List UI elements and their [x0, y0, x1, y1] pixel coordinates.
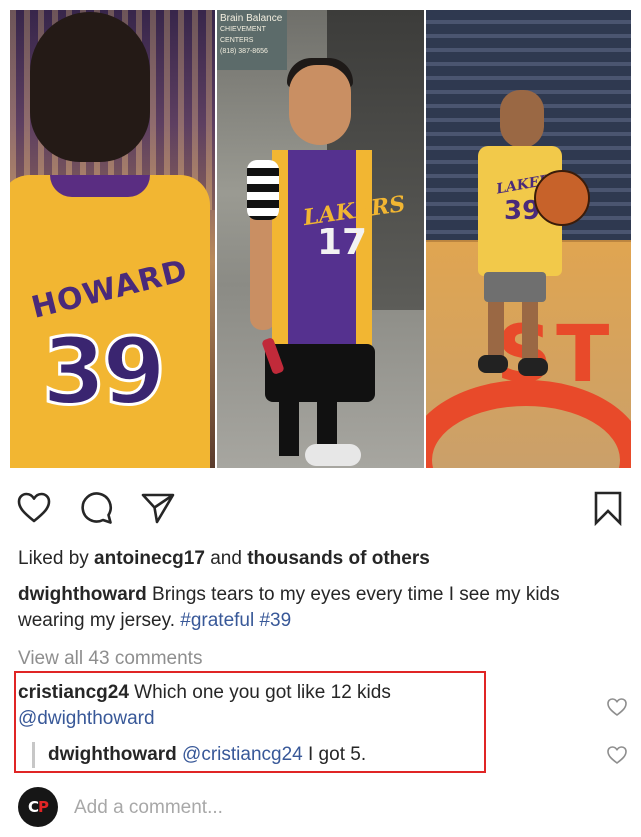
basketball: [534, 170, 590, 226]
photo-panel-middle: Brain Balance CHIEVEMENT CENTERS (818) 3…: [217, 10, 424, 468]
background-sign: Brain Balance CHIEVEMENT CENTERS (818) 3…: [217, 10, 287, 70]
photo-panel-right: ST LAKERS 39: [426, 10, 631, 468]
heart-outline-icon[interactable]: [14, 488, 54, 528]
caption-username-link[interactable]: dwighthoward: [18, 584, 147, 605]
bookmark-icon[interactable]: [588, 488, 628, 528]
speech-bubble-icon[interactable]: [76, 488, 116, 528]
caption-hashtags[interactable]: #grateful #39: [180, 610, 291, 631]
comment-like-heart-icon[interactable]: [606, 696, 628, 718]
paper-plane-icon[interactable]: [138, 488, 178, 528]
post-action-bar: [14, 488, 627, 528]
avatar[interactable]: CP: [18, 787, 58, 827]
view-all-comments-link[interactable]: View all 43 comments: [18, 646, 202, 672]
likes-others-link[interactable]: thousands of others: [247, 548, 430, 569]
jersey-number: 39: [40, 317, 167, 427]
likes-line: Liked by antoinecg17 and thousands of ot…: [18, 548, 430, 569]
photo-panel-left: HOWARD 39: [10, 10, 215, 468]
reply-comment-item: dwighthoward @cristiancg24 I got 5.: [48, 742, 366, 768]
comment-username-link[interactable]: dwighthoward: [48, 744, 177, 765]
post-image-collage[interactable]: HOWARD 39 Brain Balance CHIEVEMENT CENTE…: [10, 10, 631, 468]
comment-text: I got 5.: [302, 744, 367, 765]
jersey-number: 17: [317, 222, 368, 263]
comment-item: cristiancg24 Which one you got like 12 k…: [18, 680, 478, 732]
comment-mention-link[interactable]: @dwighthoward: [18, 708, 155, 729]
reply-indent-bar: [32, 742, 35, 768]
add-comment-input[interactable]: [72, 793, 596, 823]
liked-by-user-link[interactable]: antoinecg17: [94, 548, 205, 569]
comment-mention-link[interactable]: @cristiancg24: [182, 744, 303, 765]
post-caption: dwighthoward Brings tears to my eyes eve…: [18, 582, 628, 634]
comment-text: Which one you got like 12 kids: [128, 682, 391, 703]
comment-username-link[interactable]: cristiancg24: [18, 682, 129, 703]
comment-like-heart-icon[interactable]: [606, 744, 628, 766]
